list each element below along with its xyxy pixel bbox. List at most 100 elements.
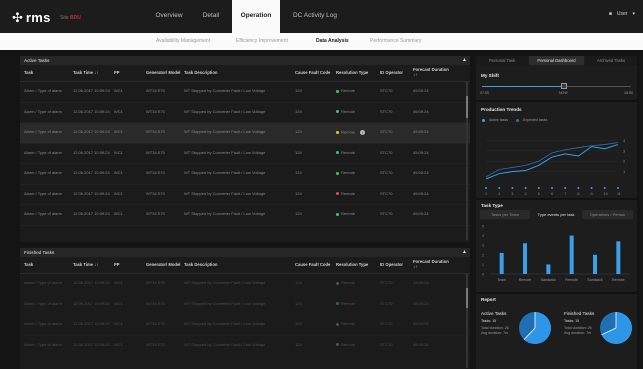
shift-progress	[482, 86, 564, 87]
tab-personal-task[interactable]: Personal Task	[476, 56, 528, 65]
site-selector[interactable]: Site BDU	[60, 15, 81, 21]
active-tasks-panel: Active Tasks ▲ Task Task Time ↓↑ PP Generato…	[20, 56, 470, 242]
operator-cell: STC70	[380, 211, 393, 217]
table-row[interactable]: Alarm / Type of alarm 12.06.2017 10:09:24…	[20, 315, 470, 336]
resolution-label: Remote	[341, 170, 356, 176]
task-time-cell: 12.06.2017 10:09:24	[73, 190, 110, 196]
bar[interactable]	[616, 241, 621, 274]
table-row[interactable]: Alarm / Type of alarm 12.06.2017 10:09:24…	[20, 164, 470, 185]
x-tick-label: 1	[485, 192, 487, 196]
production-trends-title: Production Trends	[481, 107, 522, 112]
x-tick-dot	[511, 187, 514, 189]
finished-scrollbar-thumb[interactable]	[466, 288, 468, 308]
subtab-data-analysis[interactable]: Data Analysis	[316, 33, 349, 50]
bar[interactable]	[569, 235, 574, 274]
x-tick-dot	[590, 187, 593, 189]
tab-operation[interactable]: Operation	[232, 0, 280, 33]
status-dot	[336, 343, 339, 347]
bar[interactable]	[546, 264, 551, 274]
subtab-efficiency-improvement[interactable]: Efficiency Improvement	[236, 33, 288, 50]
my-shift-title: My Shift	[481, 73, 499, 78]
collapse-icon[interactable]: ▲	[462, 248, 467, 257]
legend-expected-swatch	[516, 118, 519, 122]
task-time-cell: 12.06.2017 10:09:24	[73, 88, 110, 94]
table-row[interactable]: Alarm / Type of alarm 12.06.2017 10:09:24…	[20, 336, 470, 356]
x-tick-label: 3	[511, 192, 513, 196]
user-menu[interactable]: ■ User ▾	[609, 11, 635, 17]
divider	[476, 292, 637, 294]
active-tasks-pie	[519, 312, 551, 344]
column-header[interactable]: Forecast Duration ↓↑	[413, 260, 453, 269]
tab-overview[interactable]: Overview	[148, 0, 190, 33]
pp-cell: WC1	[114, 190, 123, 196]
fault-code-cell: 124	[295, 190, 302, 196]
x-tick-dot	[564, 187, 567, 189]
collapse-icon[interactable]: ▲	[462, 56, 467, 65]
legend-expected: Expected tasks	[516, 118, 547, 122]
table-row[interactable]: Alarm / Type of alarm 12.06.2017 10:09:24…	[20, 295, 470, 315]
description-cell: WT Stopped by Converter Fault / Low Volt…	[184, 170, 266, 176]
tab-archived-tasks[interactable]: Archived Tasks	[585, 56, 637, 65]
column-header: PP	[114, 69, 120, 75]
x-tick-dot	[537, 187, 540, 189]
column-header: Task Description	[184, 69, 218, 75]
finished-tasks-panel: Finished Tasks ▲ Task Task Time ↓↑ PP Genera…	[20, 248, 470, 369]
table-row[interactable]: Alarm / Type of alarm 12.06.2017 10:09:24…	[20, 103, 470, 123]
duration-cell: 45:09:24	[413, 190, 429, 196]
table-row[interactable]: Alarm / Type of alarm 12.06.2017 10:09:24…	[20, 123, 470, 144]
column-header: Generator/ Model	[146, 69, 181, 75]
user-label: User	[616, 11, 628, 17]
column-header: Generator/ Model	[146, 261, 181, 267]
tasks-per-team-button[interactable]: Tasks per Team	[480, 210, 530, 219]
operations-per-person-button[interactable]: Operations / Person	[582, 210, 633, 219]
model-cell: WT34 E70	[146, 88, 165, 94]
pp-cell: WC1	[114, 341, 123, 347]
column-header: Task Description	[184, 261, 218, 267]
column-header: ID Operator	[380, 261, 404, 267]
active-tasks-rows: Alarm / Type of alarm 12.06.2017 10:09:24…	[20, 82, 470, 226]
column-header[interactable]: Task Time ↓↑	[73, 262, 114, 268]
fault-code-cell: 124	[295, 170, 302, 176]
tab-detail[interactable]: Detail	[194, 0, 228, 33]
column-header[interactable]: Forecast Duration ↓↑	[413, 68, 453, 77]
description-cell: WT Stopped by Converter Fault / Low Volt…	[184, 211, 266, 217]
x-tick-dot	[551, 187, 553, 189]
column-header[interactable]: Task Time ↓↑	[73, 70, 114, 76]
type-events-per-task-button[interactable]: Type events per task	[531, 210, 581, 219]
category-label: Sandwick	[587, 278, 603, 282]
table-row[interactable]: Alarm / Type of alarm 12.06.2017 10:09:24…	[20, 185, 470, 205]
warning-icon[interactable]: !	[360, 130, 366, 136]
tab-personal-dashboard[interactable]: Personal Dashboard	[529, 56, 584, 65]
x-tick-dot	[617, 187, 619, 189]
y-tick-label: 3	[482, 244, 484, 248]
task-time-cell: 12.06.2017 10:09:24	[73, 300, 110, 306]
table-row[interactable]: Alarm / Type of alarm 12.06.2017 10:09:24…	[20, 274, 470, 295]
logo[interactable]: ✣ rms	[12, 10, 51, 25]
bar[interactable]	[523, 243, 527, 274]
operator-cell: STC70	[380, 170, 393, 176]
table-row[interactable]: Alarm / Type of alarm 12.06.2017 10:09:24…	[20, 205, 470, 226]
task-time-cell: 12.06.2017 10:09:24	[73, 149, 110, 155]
resolution-cell: Remote	[336, 212, 380, 217]
legend-active: Active tasks	[482, 118, 508, 122]
column-header: Resolution Type	[336, 69, 369, 75]
resolution-label: Remote	[341, 190, 356, 196]
divider	[476, 198, 637, 200]
duration-cell: 45:09:24	[413, 149, 429, 155]
bar[interactable]	[499, 252, 504, 274]
pp-cell: WC1	[114, 211, 123, 217]
fault-code-cell: 124	[295, 129, 302, 135]
subtab-performance-summary[interactable]: Performance Summary	[370, 33, 421, 50]
resolution-cell: Remote	[336, 150, 380, 156]
table-row[interactable]: Alarm / Type of alarm 12.06.2017 10:09:24…	[20, 82, 470, 103]
logo-text: rms	[25, 10, 51, 25]
y-tick-label: 5	[482, 225, 484, 229]
x-tick-label: 8	[577, 192, 579, 196]
table-row[interactable]: Alarm / Type of alarm 12.06.2017 10:09:24…	[20, 144, 470, 164]
bar[interactable]	[593, 254, 597, 274]
description-cell: WT Stopped by Converter Fault / Low Volt…	[184, 108, 266, 114]
subtab-availability-management[interactable]: Availability Management	[156, 33, 210, 50]
active-scrollbar-thumb[interactable]	[466, 96, 468, 118]
tab-dc-activity-log[interactable]: DC Activity Log	[283, 0, 347, 33]
task-cell: Alarm / Type of alarm	[24, 321, 62, 327]
